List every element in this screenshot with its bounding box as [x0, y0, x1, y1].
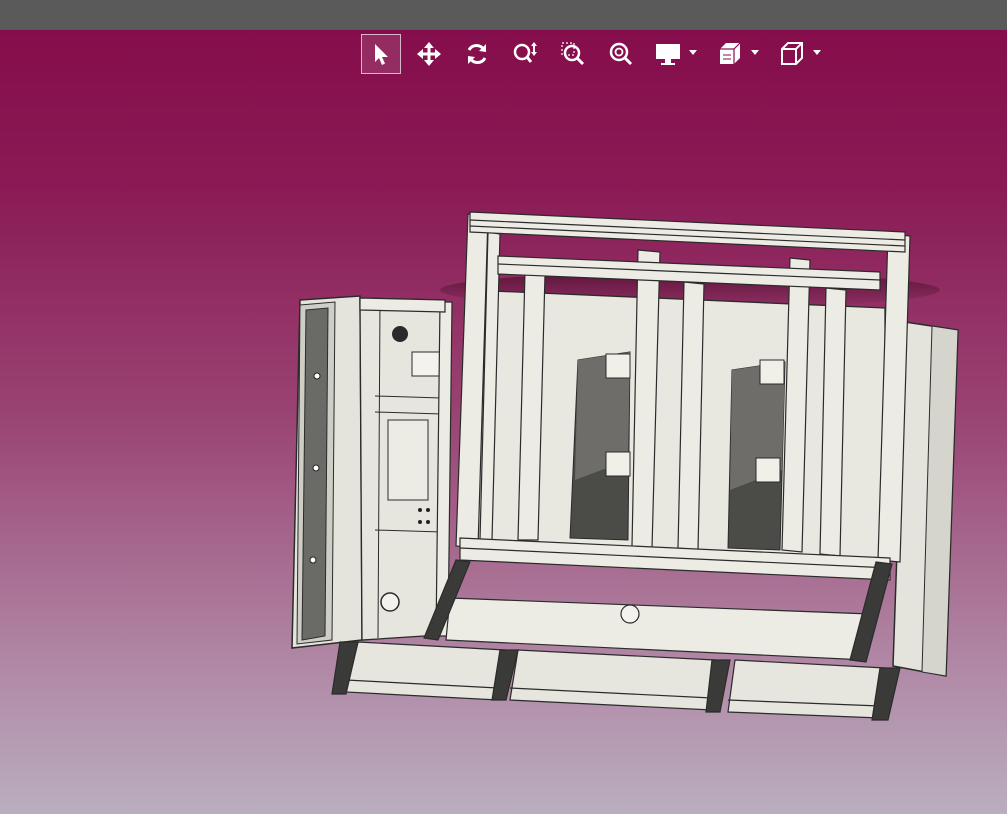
window-top-bar — [0, 0, 1007, 31]
chevron-down-icon — [751, 50, 759, 55]
view-toolbar — [361, 33, 835, 75]
zoom-window-icon — [561, 42, 585, 66]
section-view-dropdown[interactable] — [711, 34, 765, 74]
display-mode-dropdown[interactable] — [649, 34, 703, 74]
move-arrows-icon — [417, 42, 441, 66]
monitor-icon — [656, 44, 680, 65]
arrow-cursor-icon — [375, 44, 388, 65]
view-orientation-dropdown[interactable] — [773, 34, 827, 74]
pan-button[interactable] — [409, 34, 449, 74]
rotate-icon — [467, 44, 487, 64]
cube-icon — [781, 42, 803, 65]
chevron-down-icon — [689, 50, 697, 55]
section-cube-icon — [720, 42, 741, 64]
select-button[interactable] — [361, 34, 401, 74]
chevron-down-icon — [813, 50, 821, 55]
zoom-updown-icon — [513, 42, 537, 63]
rotate-button[interactable] — [457, 34, 497, 74]
zoom-fit-icon — [609, 42, 633, 66]
zoom-button[interactable] — [505, 34, 545, 74]
zoom-fit-button[interactable] — [601, 34, 641, 74]
3d-viewport[interactable] — [0, 30, 1007, 814]
zoom-window-button[interactable] — [553, 34, 593, 74]
